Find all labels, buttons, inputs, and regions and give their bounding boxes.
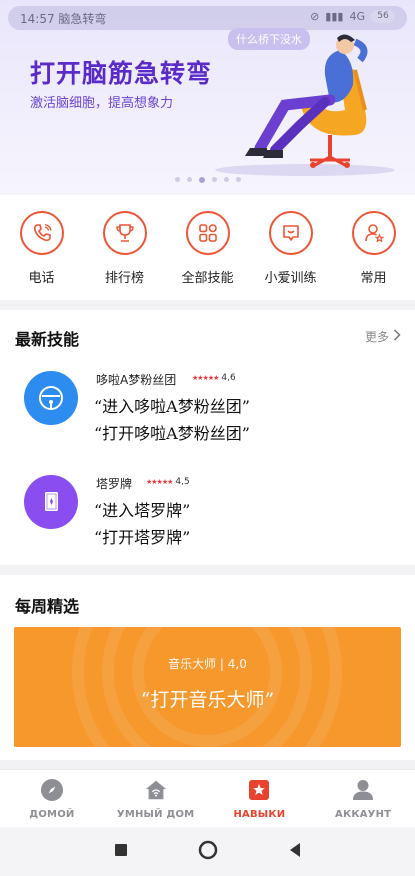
banner-subtitle: 激活脑细胞，提高想象力 bbox=[30, 96, 174, 111]
quick-actions: 电话 排行榜 全部技能 小爱训练 常用 bbox=[0, 195, 415, 300]
relaxing-person-illustration bbox=[215, 34, 395, 176]
tarot-card-icon bbox=[24, 475, 78, 529]
latest-skills-section: 最新技能 更多 哆啦A梦粉丝团 ★★★★★ 4,6 “进入哆啦A梦粉丝团” “打… bbox=[0, 310, 415, 565]
weekly-featured-card[interactable]: 音乐大师 | 4,0 “打开音乐大师” bbox=[14, 627, 401, 747]
skill-name: 哆啦A梦粉丝团 bbox=[96, 373, 177, 387]
voice-phrase: “打开塔罗牌” bbox=[94, 528, 191, 547]
nav-tab-skills[interactable]: НАВЫКИ bbox=[208, 770, 312, 827]
stars-icon: ★★★★★ bbox=[192, 374, 219, 382]
carousel-dot[interactable] bbox=[235, 177, 241, 182]
quick-action-label: 电话 bbox=[28, 271, 55, 286]
home-button[interactable] bbox=[198, 840, 218, 864]
skill-item-tarot[interactable]: 塔罗牌 ★★★★★ 4,5 “进入塔罗牌” “打开塔罗牌” bbox=[0, 469, 415, 569]
quick-action-ranking[interactable]: 排行榜 bbox=[83, 195, 166, 300]
section-title: 最新技能 bbox=[15, 330, 80, 349]
smart-home-icon bbox=[144, 778, 168, 802]
quick-action-training[interactable]: 小爱训练 bbox=[249, 195, 332, 300]
stars-icon: ★★★★★ bbox=[146, 478, 173, 486]
carousel-dots[interactable] bbox=[0, 177, 415, 183]
skill-rating: ★★★★★ 4,5 bbox=[146, 477, 190, 487]
section-title: 每周精选 bbox=[15, 597, 80, 616]
nav-label: УМНЫЙ ДОМ bbox=[116, 809, 195, 820]
carousel-dot[interactable] bbox=[186, 177, 192, 182]
account-icon bbox=[351, 778, 375, 802]
quick-action-label: 小爱训练 bbox=[264, 271, 317, 286]
skills-star-icon bbox=[247, 778, 271, 802]
status-bar: 14:57 脑急转弯 ⊘ ▮▮▮ 4G 56 bbox=[8, 6, 407, 30]
status-time: 14:57 脑急转弯 bbox=[20, 12, 107, 26]
trophy-icon bbox=[102, 211, 147, 255]
carousel-dot[interactable] bbox=[211, 177, 217, 182]
more-label: 更多 bbox=[364, 330, 389, 344]
quick-action-label: 常用 bbox=[360, 271, 387, 286]
chat-train-icon bbox=[268, 211, 313, 255]
quick-action-all-skills[interactable]: 全部技能 bbox=[166, 195, 249, 300]
chevron-right-icon bbox=[393, 329, 401, 344]
skill-rating: ★★★★★ 4,6 bbox=[192, 373, 236, 383]
more-link[interactable]: 更多 bbox=[365, 328, 401, 345]
back-button[interactable] bbox=[288, 842, 302, 862]
network-type: 4G bbox=[349, 10, 365, 23]
carousel-dot-active[interactable] bbox=[198, 177, 205, 183]
carousel-dot[interactable] bbox=[223, 177, 229, 182]
bottom-navigation: ДОМОЙ УМНЫЙ ДОМ НАВЫКИ АККАУНТ bbox=[0, 769, 415, 827]
rating-value: 4,6 bbox=[221, 373, 236, 383]
promo-banner[interactable]: 14:57 脑急转弯 ⊘ ▮▮▮ 4G 56 什么桥下没水 打开脑筋急转弯 激活… bbox=[0, 0, 415, 195]
carousel-dot[interactable] bbox=[174, 177, 180, 182]
voice-phrase: “进入塔罗牌” bbox=[94, 501, 191, 520]
weekly-picks-section: 每周精选 音乐大师 | 4,0 “打开音乐大师” bbox=[0, 575, 415, 760]
voice-phrase: “打开哆啦A梦粉丝团” bbox=[94, 424, 250, 443]
alarm-icon: ⊘ bbox=[310, 10, 320, 23]
voice-phrase: “进入哆啦A梦粉丝团” bbox=[94, 397, 250, 416]
featured-skill-meta: 音乐大师 | 4,0 bbox=[168, 657, 247, 671]
nav-tab-account[interactable]: АККАУНТ bbox=[311, 770, 415, 827]
skill-item-doraemon[interactable]: 哆啦A梦粉丝团 ★★★★★ 4,6 “进入哆啦A梦粉丝团” “打开哆啦A梦粉丝团… bbox=[0, 365, 415, 465]
status-indicators: ⊘ ▮▮▮ 4G 56 bbox=[310, 10, 395, 23]
quick-action-label: 排行榜 bbox=[104, 271, 144, 286]
compass-icon bbox=[40, 778, 64, 802]
signal-icon: ▮▮▮ bbox=[325, 10, 344, 23]
battery-icon: 56 bbox=[371, 10, 395, 23]
nav-tab-smart-home[interactable]: УМНЫЙ ДОМ bbox=[104, 770, 208, 827]
quick-action-phone[interactable]: 电话 bbox=[0, 195, 83, 300]
rating-value: 4,5 bbox=[175, 477, 190, 487]
featured-phrase: “打开音乐大师” bbox=[140, 689, 275, 711]
quick-action-frequent[interactable]: 常用 bbox=[332, 195, 415, 300]
nav-label: ДОМОЙ bbox=[29, 809, 75, 820]
grid-icon bbox=[185, 211, 230, 255]
nav-label: НАВЫКИ bbox=[233, 809, 286, 820]
recent-apps-button[interactable] bbox=[114, 842, 128, 861]
nav-tab-home[interactable]: ДОМОЙ bbox=[0, 770, 104, 827]
nav-label: АККАУНТ bbox=[335, 809, 392, 820]
banner-title: 打开脑筋急转弯 bbox=[30, 59, 213, 88]
phone-icon bbox=[19, 211, 64, 255]
quick-action-label: 全部技能 bbox=[181, 271, 234, 286]
skill-name: 塔罗牌 bbox=[96, 477, 133, 491]
system-navigation-bar bbox=[0, 827, 415, 876]
user-star-icon bbox=[351, 211, 396, 255]
bell-icon bbox=[24, 371, 78, 425]
